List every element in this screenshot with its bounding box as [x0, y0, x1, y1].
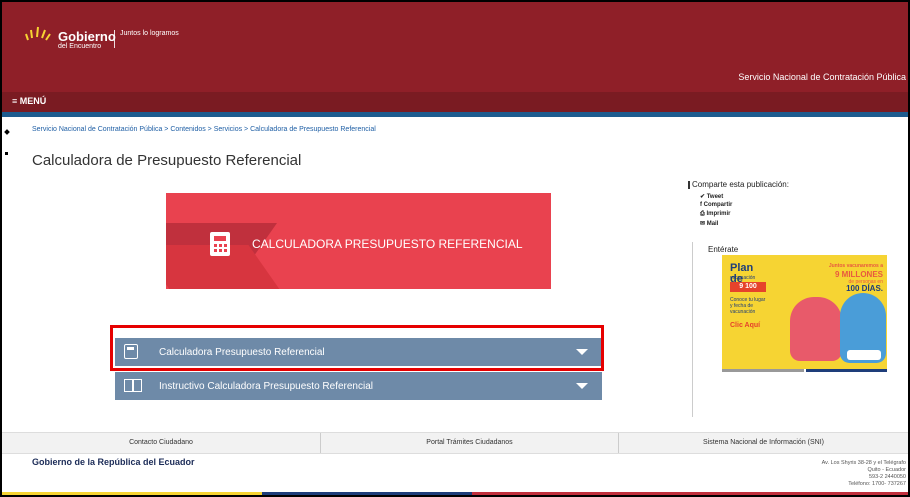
book-icon — [124, 379, 142, 392]
page-title: Calculadora de Presupuesto Referencial — [32, 152, 302, 169]
logo-rays-icon — [25, 26, 51, 41]
share-mail[interactable]: ✉ Mail — [700, 220, 718, 227]
highlight-box — [110, 325, 604, 371]
ad-carousel-indicators[interactable] — [722, 369, 887, 373]
site-name[interactable]: Servicio Nacional de Contratación Públic… — [738, 72, 906, 82]
sidebar-divider — [692, 242, 693, 417]
share-tweet[interactable]: ✔ Tweet — [700, 193, 723, 200]
footer-address-line: Av. Los Shyris 38-28 y el Telégrafo — [821, 460, 906, 466]
menu-bar — [2, 92, 908, 112]
cursor-marker-2 — [5, 152, 8, 155]
share-print-label: Imprimir — [706, 211, 731, 217]
enterate-heading: Entérate — [708, 245, 739, 254]
ad-headline-2: 9 MILLONES — [834, 270, 883, 279]
accordion-label: Instructivo Calculadora Presupuesto Refe… — [159, 381, 373, 392]
menu-button[interactable]: ≡ MENÚ — [12, 96, 46, 106]
stripe-blue — [262, 492, 472, 495]
ad-cta[interactable]: Clic Aquí — [730, 322, 760, 329]
chevron-down-icon[interactable] — [576, 383, 588, 389]
footer-org-name: Gobierno de la República del Ecuador — [32, 457, 195, 467]
stripe-red — [472, 492, 908, 495]
ad-small-text: Conoce tu lugar y fecha de vacunación — [730, 297, 766, 315]
share-print[interactable]: ⎙ Imprimir — [700, 211, 730, 218]
share-tweet-label: Tweet — [706, 194, 724, 200]
carousel-dot-active[interactable] — [806, 369, 887, 372]
share-facebook[interactable]: f Compartir — [700, 202, 732, 208]
ad-illustration-person — [790, 297, 842, 361]
hero-banner: CALCULADORA PRESUPUESTO REFERENCIAL — [166, 193, 551, 289]
stripe-yellow — [2, 492, 262, 495]
cursor-marker — [4, 129, 10, 135]
breadcrumb[interactable]: Servicio Nacional de Contratación Públic… — [32, 126, 376, 133]
accordion-instructivo[interactable]: Instructivo Calculadora Presupuesto Refe… — [115, 372, 602, 400]
vaccination-ad-banner[interactable]: Plan de vacunación 9 100 Juntos vacunare… — [722, 255, 887, 369]
footer-link-sni[interactable]: Sistema Nacional de Información (SNI) — [619, 433, 908, 453]
logo-tagline: Juntos lo logramos — [120, 30, 179, 37]
logo-brand-name: Gobierno — [58, 29, 116, 44]
calculator-icon — [210, 232, 230, 256]
footer-color-stripe — [2, 492, 908, 495]
footer-address: Av. Los Shyris 38-28 y el Telégrafo Quit… — [822, 460, 906, 488]
ad-headline-1: Juntos vacunaremos a — [828, 263, 883, 269]
hero-title: CALCULADORA PRESUPUESTO REFERENCIAL — [252, 237, 523, 251]
site-header: Gobierno del Encuentro Juntos lo logramo… — [2, 2, 908, 92]
ad-plan-numbers: 9 100 — [730, 282, 766, 292]
browser-frame: Gobierno del Encuentro Juntos lo logramo… — [0, 0, 910, 497]
footer-address-line: Teléfono: 1700- 737267 — [848, 481, 906, 487]
carousel-dot[interactable] — [722, 369, 804, 372]
ad-logo — [847, 350, 881, 360]
share-facebook-label: Compartir — [703, 202, 733, 208]
ad-plan-subtitle: vacunación — [730, 275, 756, 281]
share-mail-label: Mail — [706, 221, 719, 227]
logo-separator — [114, 30, 115, 48]
share-heading: Comparte esta publicación: — [688, 180, 789, 189]
footer-links: Contacto Ciudadano Portal Trámites Ciuda… — [2, 432, 908, 454]
footer-link-portal[interactable]: Portal Trámites Ciudadanos — [321, 433, 619, 453]
footer-address-line: Quito - Ecuador — [867, 467, 906, 473]
header-divider — [2, 112, 908, 117]
footer-address-line: 593-2 2440050 — [868, 474, 906, 480]
footer-link-contacto[interactable]: Contacto Ciudadano — [2, 433, 321, 453]
logo-brand-sub: del Encuentro — [58, 43, 102, 50]
ad-headline-4: 100 DÍAS. — [846, 284, 883, 293]
